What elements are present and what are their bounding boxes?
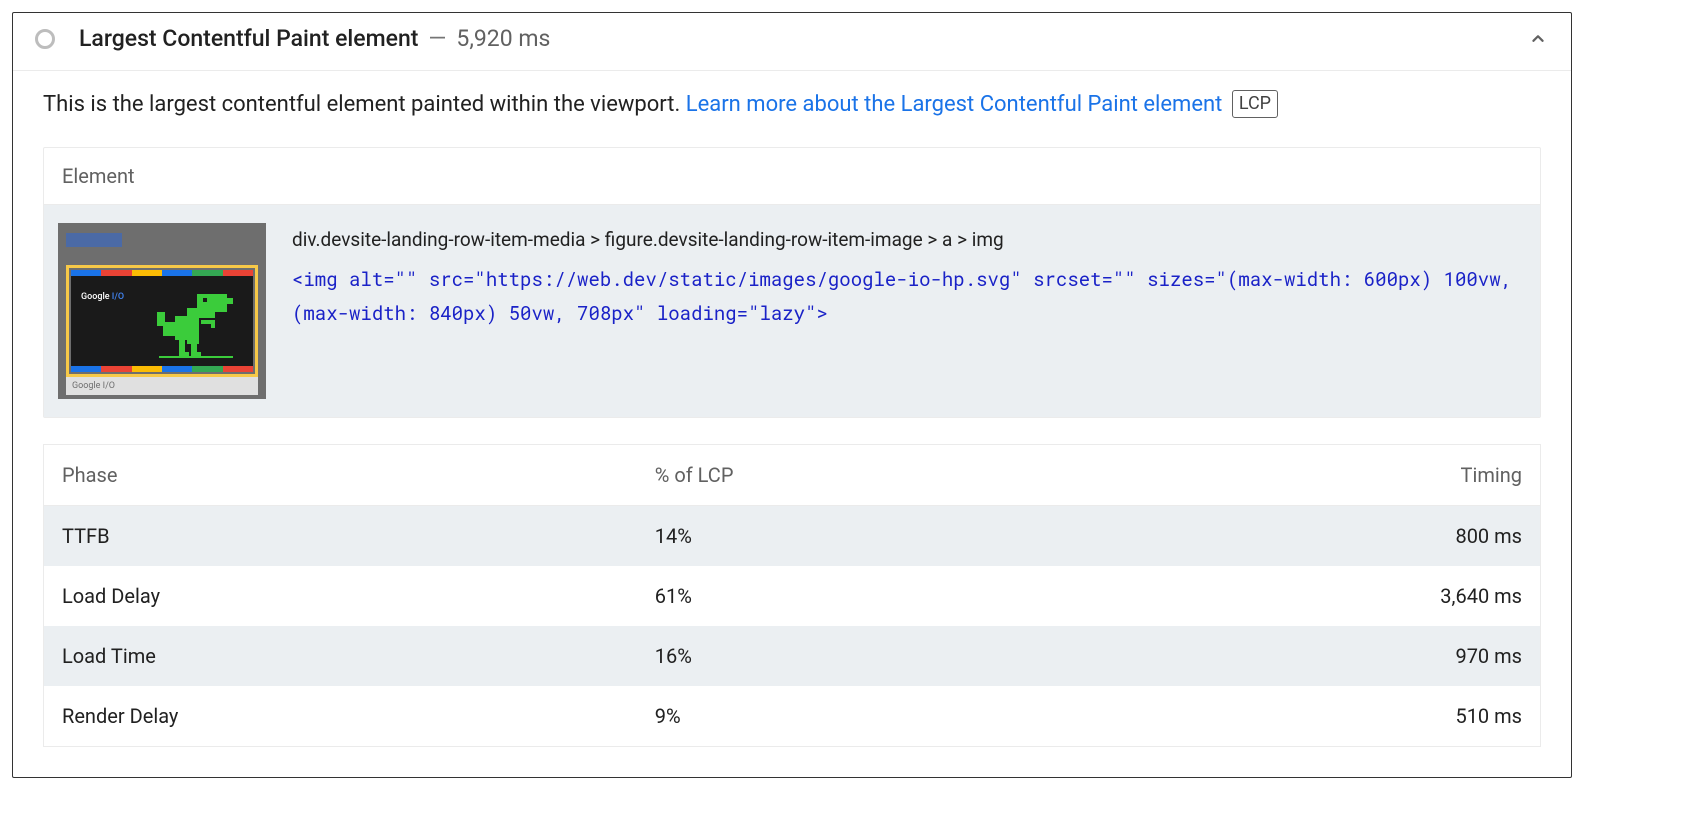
thumb-logo: Google I/O <box>81 292 124 302</box>
learn-more-link[interactable]: Learn more about the Largest Contentful … <box>686 92 1223 117</box>
table-row: Load Time 16% 970 ms <box>44 626 1541 686</box>
element-thumbnail[interactable]: Google I/O <box>58 223 266 399</box>
pct-cell: 14% <box>637 505 1082 566</box>
phase-cell: Load Time <box>44 626 637 686</box>
lcp-audit-panel: Largest Contentful Paint element — 5,920… <box>12 12 1572 778</box>
phase-cell: TTFB <box>44 505 637 566</box>
status-circle-icon <box>35 29 55 49</box>
audit-title: Largest Contentful Paint element <box>79 25 418 52</box>
table-row: TTFB 14% 800 ms <box>44 505 1541 566</box>
phase-cell: Render Delay <box>44 686 637 747</box>
dino-icon <box>157 294 235 358</box>
pct-cell: 9% <box>637 686 1082 747</box>
audit-metric-value: 5,920 ms <box>456 25 550 52</box>
timing-cell: 970 ms <box>1082 626 1541 686</box>
table-header-row: Phase % of LCP Timing <box>44 444 1541 505</box>
lcp-badge: LCP <box>1232 90 1278 118</box>
col-header-pct: % of LCP <box>637 444 1082 505</box>
audit-description: This is the largest contentful element p… <box>43 89 1541 121</box>
audit-header[interactable]: Largest Contentful Paint element — 5,920… <box>13 13 1571 70</box>
table-row: Load Delay 61% 3,640 ms <box>44 566 1541 626</box>
element-card-body: Google I/O <box>44 205 1540 417</box>
pct-cell: 61% <box>637 566 1082 626</box>
timing-cell: 3,640 ms <box>1082 566 1541 626</box>
chevron-up-icon <box>1527 28 1549 50</box>
pct-cell: 16% <box>637 626 1082 686</box>
selector-path: div.devsite-landing-row-item-media > fig… <box>292 223 1522 257</box>
table-row: Render Delay 9% 510 ms <box>44 686 1541 747</box>
thumb-caption: Google I/O <box>66 377 258 395</box>
timing-cell: 800 ms <box>1082 505 1541 566</box>
col-header-phase: Phase <box>44 444 637 505</box>
audit-body: This is the largest contentful element p… <box>13 71 1571 777</box>
description-text: This is the largest contentful element p… <box>43 92 686 117</box>
phase-cell: Load Delay <box>44 566 637 626</box>
element-card: Element Google I/O <box>43 147 1541 418</box>
timing-cell: 510 ms <box>1082 686 1541 747</box>
element-text-block: div.devsite-landing-row-item-media > fig… <box>292 223 1522 332</box>
phase-breakdown-table: Phase % of LCP Timing TTFB 14% 800 ms Lo… <box>43 444 1541 747</box>
separator: — <box>428 25 446 52</box>
element-card-header: Element <box>44 148 1540 205</box>
html-snippet: <img alt="" src="https://web.dev/static/… <box>292 263 1522 331</box>
col-header-timing: Timing <box>1082 444 1541 505</box>
